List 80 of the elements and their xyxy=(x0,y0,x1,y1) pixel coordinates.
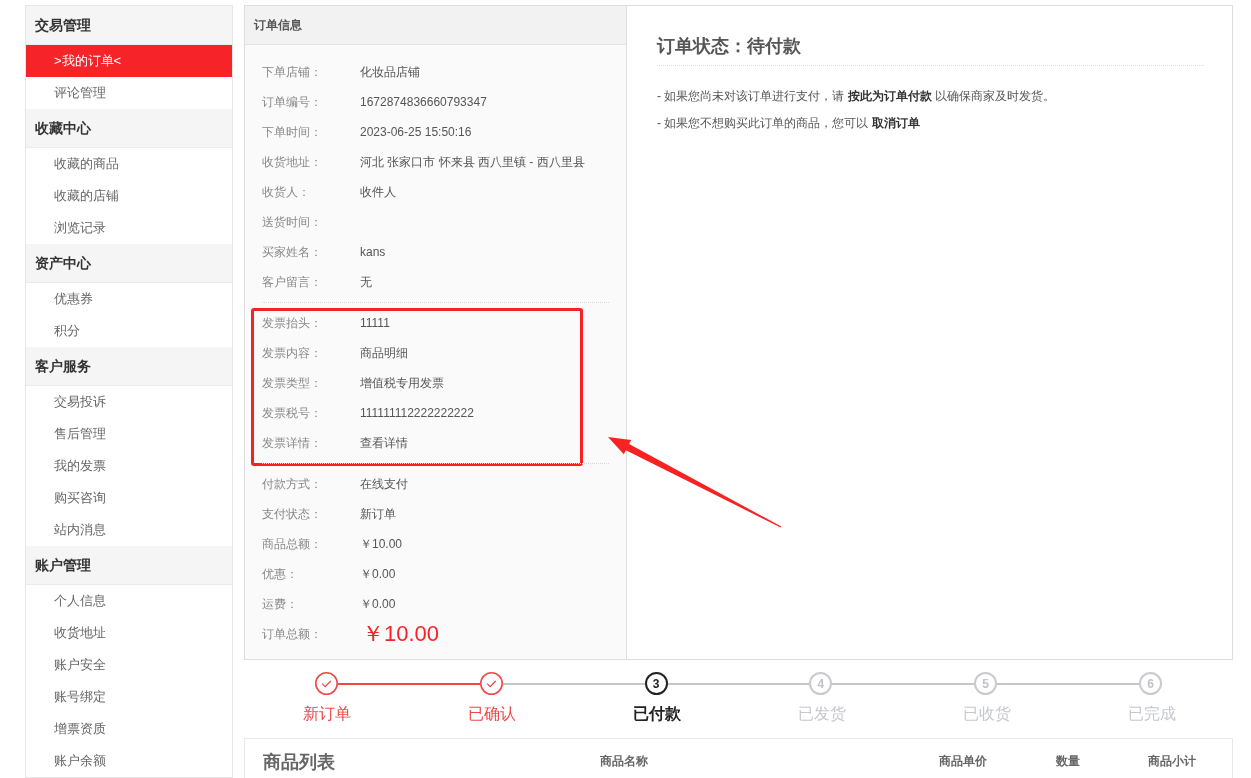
sidebar-item[interactable]: 售后管理 xyxy=(26,418,232,450)
field-value: 1672874836660793347 xyxy=(360,95,487,109)
field-label: 发票详情： xyxy=(262,434,323,452)
field-value: ￥10.00 xyxy=(360,535,403,553)
step-label: 已完成 xyxy=(1127,704,1176,724)
field-value: 商品明细 xyxy=(360,344,408,362)
field-value: 新订单 xyxy=(360,505,396,523)
field-label: 发票抬头： xyxy=(262,314,323,332)
sidebar-item[interactable]: 个人信息 xyxy=(26,585,232,617)
sidebar-group-title: 账户管理 xyxy=(26,546,232,585)
field-label: 订单总额： xyxy=(262,625,323,643)
field-value: 化妆品店铺 xyxy=(360,63,420,81)
status-note: - 如果您尚未对该订单进行支付，请 按此为订单付款 以确保商家及时发货。 xyxy=(657,88,1056,105)
panel-header: 订单信息 xyxy=(245,6,626,45)
sidebar-item[interactable]: 交易投诉 xyxy=(26,386,232,418)
product-list-title: 商品列表 xyxy=(263,750,336,774)
field-label: 下单时间： xyxy=(262,123,323,141)
sidebar-group-title: 交易管理 xyxy=(26,6,232,45)
status-note: - 如果您不想购买此订单的商品，您可以 取消订单 xyxy=(657,115,921,132)
field-value: 河北 张家口市 怀来县 西八里镇 - 西八里县 xyxy=(360,153,585,171)
field-value: 在线支付 xyxy=(360,475,408,493)
step-label: 已发货 xyxy=(797,704,846,724)
field-value: 111111112222222222 xyxy=(360,406,474,420)
sidebar-group-title: 客户服务 xyxy=(26,347,232,386)
step-number: 4 xyxy=(809,672,833,695)
sidebar-item[interactable]: 我的发票 xyxy=(26,450,232,482)
field-value: ￥0.00 xyxy=(360,595,396,613)
column-header: 数量 xyxy=(1056,753,1080,770)
field-label: 商品总额： xyxy=(262,535,323,553)
field-label: 买家姓名： xyxy=(262,243,323,261)
sidebar-item[interactable]: 站内消息 xyxy=(26,514,232,546)
step-label: 已收货 xyxy=(962,704,1011,724)
step-label: 已付款 xyxy=(632,704,681,724)
sidebar-item[interactable]: 账户余额 xyxy=(26,745,232,777)
sidebar-item[interactable]: 积分 xyxy=(26,315,232,347)
column-header: 商品名称 xyxy=(600,753,648,770)
sidebar-item[interactable]: 收藏的商品 xyxy=(26,148,232,180)
step-label: 新订单 xyxy=(302,704,351,724)
field-label: 支付状态： xyxy=(262,505,323,523)
field-label: 优惠： xyxy=(262,565,299,583)
sidebar-item[interactable]: 收货地址 xyxy=(26,617,232,649)
field-value: 无 xyxy=(360,273,372,291)
sidebar-item[interactable]: 收藏的店铺 xyxy=(26,180,232,212)
field-value: 查看详情 xyxy=(360,434,408,452)
field-label: 收货地址： xyxy=(262,153,323,171)
sidebar-item[interactable]: 账号绑定 xyxy=(26,681,232,713)
field-value: 增值税专用发票 xyxy=(360,374,444,392)
note-link[interactable]: 取消订单 xyxy=(871,116,920,130)
step-number: 3 xyxy=(644,672,668,695)
note-link[interactable]: 按此为订单付款 xyxy=(847,89,932,103)
field-value: 收件人 xyxy=(360,183,396,201)
sidebar-item[interactable]: 评论管理 xyxy=(26,77,232,109)
field-label: 运费： xyxy=(262,595,299,613)
field-label: 发票内容： xyxy=(262,344,323,362)
sidebar-item[interactable]: 优惠券 xyxy=(26,283,232,315)
sidebar-group-title: 收藏中心 xyxy=(26,109,232,148)
sidebar-item[interactable]: 账户安全 xyxy=(26,649,232,681)
column-header: 商品单价 xyxy=(939,753,987,770)
field-label: 订单编号： xyxy=(262,93,323,111)
step-label: 已确认 xyxy=(467,704,516,724)
field-label: 下单店铺： xyxy=(262,63,323,81)
sidebar-item[interactable]: 增票资质 xyxy=(26,713,232,745)
field-value: 11111 xyxy=(360,316,390,330)
field-label: 客户留言： xyxy=(262,273,323,291)
field-value: 2023-06-25 15:50:16 xyxy=(360,125,472,139)
field-value: ￥0.00 xyxy=(360,565,396,583)
status-title: 订单状态：待付款 xyxy=(657,35,802,58)
field-label: 发票类型： xyxy=(262,374,323,392)
total-amount: ￥10.00 xyxy=(362,620,440,648)
field-value: kans xyxy=(360,245,386,259)
step-number: 6 xyxy=(1139,672,1162,695)
sidebar-item[interactable]: >我的订单< xyxy=(26,45,232,77)
sidebar-item[interactable]: 浏览记录 xyxy=(26,212,232,244)
step-number: 5 xyxy=(974,672,998,695)
field-label: 发票税号： xyxy=(262,404,323,422)
field-label: 收货人： xyxy=(262,183,311,201)
column-header: 商品小计 xyxy=(1147,753,1196,770)
sidebar-item[interactable]: 购买咨询 xyxy=(26,482,232,514)
sidebar-group-title: 资产中心 xyxy=(26,244,232,283)
field-label: 付款方式： xyxy=(262,475,323,493)
